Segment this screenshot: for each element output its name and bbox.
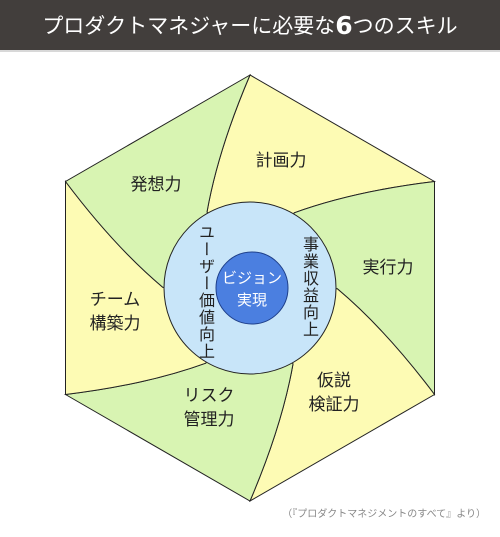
skill-label-execution: 実行力 [362,258,414,278]
skill-label-hypothesis: 仮説 検証力 [308,371,360,415]
ring-label-user-value: ユーザー価値向上 [196,224,215,360]
skill-label-team: チーム 構築力 [89,290,141,334]
skill-label-planning: 計画力 [255,151,307,171]
skill-label-ideation: 発想力 [130,175,182,195]
ring-label-business-revenue: 事業収益向上 [300,236,319,338]
core-label-vision: ビジョン 実現 [221,269,283,309]
skill-label-risk: リスク 管理力 [183,386,235,430]
source-caption: （『プロダクトマネジメントのすべて』より） [282,509,486,520]
